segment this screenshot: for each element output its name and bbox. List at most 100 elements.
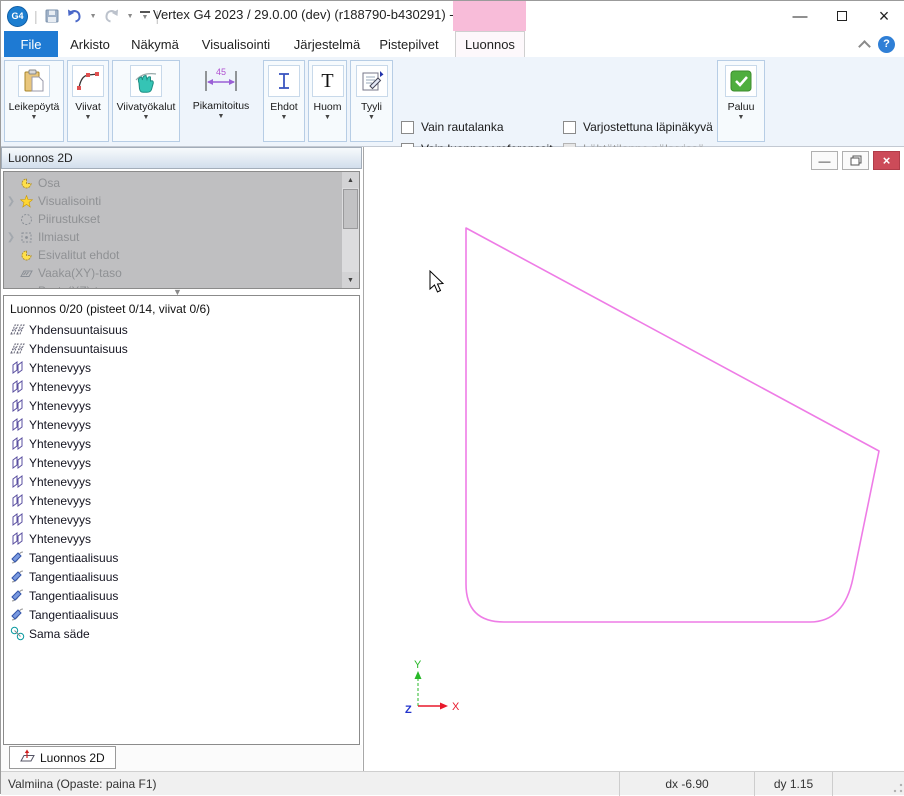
tree-scrollbar[interactable]: ▲ ▼ xyxy=(342,172,359,288)
tree-item-pysty-xz-taso[interactable]: Pysty(XZ)-taso xyxy=(4,282,117,289)
app-logo-icon[interactable]: G4 xyxy=(7,6,28,27)
tab-visualisointi[interactable]: Visualisointi xyxy=(193,31,279,57)
checkbox-varjostettuna-lapinakyva[interactable]: Varjostettuna läpinäkyvä xyxy=(563,120,713,134)
list-item-label: Yhtenevyys xyxy=(29,380,91,394)
congruence-icon xyxy=(9,436,26,451)
save-icon[interactable] xyxy=(44,8,60,24)
customize-quick-access-icon[interactable]: ▼ xyxy=(140,11,150,21)
checkbox-icon[interactable] xyxy=(563,121,576,134)
mdi-minimize-icon[interactable]: — xyxy=(811,151,838,170)
list-item[interactable]: Yhtenevyys xyxy=(4,415,359,434)
chevron-down-icon: ▼ xyxy=(738,114,745,121)
scrollbar-thumb[interactable] xyxy=(343,189,358,229)
list-item-label: Yhtenevyys xyxy=(29,532,91,546)
congruence-icon xyxy=(9,417,26,432)
list-item[interactable]: Tangentiaalisuus xyxy=(4,586,359,605)
list-item[interactable]: Sama säde xyxy=(4,624,359,643)
list-item[interactable]: Yhtenevyys xyxy=(4,491,359,510)
sketch-shape[interactable] xyxy=(466,228,879,622)
expand-chevron-icon[interactable]: ❯ xyxy=(4,232,18,243)
chevron-down-icon: ▼ xyxy=(31,114,38,121)
viivatyokalut-button[interactable]: Viivatyökalut ▼ xyxy=(112,60,180,142)
viivat-button[interactable]: Viivat ▼ xyxy=(67,60,109,142)
huom-button[interactable]: T Huom ▼ xyxy=(308,60,347,142)
list-item[interactable]: Yhtenevyys xyxy=(4,396,359,415)
tree-item-vaaka-xy-taso[interactable]: Vaaka(XY)-taso xyxy=(4,264,122,282)
tree-item-osa[interactable]: Osa xyxy=(4,174,60,192)
tyyli-button[interactable]: Tyyli ▼ xyxy=(350,60,393,142)
list-item[interactable]: Yhdensuuntaisuus xyxy=(4,320,359,339)
tree-item-ilmiasut[interactable]: ❯ Ilmiasut xyxy=(4,228,79,246)
tree-item-label: Visualisointi xyxy=(38,194,101,208)
vertex-g4-window: { "titlebar": { "logo_text": "G4", "app_… xyxy=(0,0,904,794)
undo-icon[interactable] xyxy=(66,8,83,24)
undo-dropdown-icon[interactable]: ▼ xyxy=(90,13,97,20)
chevron-down-icon: ▼ xyxy=(85,114,92,121)
text-note-icon: T xyxy=(312,65,344,97)
checkbox-vain-rautalanka[interactable]: Vain rautalanka xyxy=(401,120,504,134)
window-title: Vertex G4 2023 / 29.0.00 (dev) (r188790-… xyxy=(153,7,488,22)
scroll-down-icon[interactable]: ▼ xyxy=(342,272,359,288)
tree-item-label: Osa xyxy=(38,176,60,190)
list-item-label: Sama säde xyxy=(29,627,90,641)
ehdot-button[interactable]: Ehdot ▼ xyxy=(263,60,305,142)
tab-file[interactable]: File xyxy=(4,31,58,57)
tree-item-label: Pysty(XZ)-taso xyxy=(38,284,117,289)
resize-grip[interactable] xyxy=(893,783,903,793)
model-tree: Osa ❯ Visualisointi Piirustukset ❯ Ilmia… xyxy=(3,171,360,289)
paluu-button[interactable]: Paluu ▼ xyxy=(717,60,765,142)
tree-item-esivalitut-ehdot[interactable]: Esivalitut ehdot xyxy=(4,246,119,264)
checkbox-icon[interactable] xyxy=(401,121,414,134)
tab-pistepilvet[interactable]: Pistepilvet xyxy=(373,31,445,57)
tree-item-visualisointi[interactable]: ❯ Visualisointi xyxy=(4,192,101,210)
tab-arkisto[interactable]: Arkisto xyxy=(61,31,119,57)
list-item[interactable]: Tangentiaalisuus xyxy=(4,567,359,586)
tab-jarjestelma[interactable]: Järjestelmä xyxy=(287,31,367,57)
list-item[interactable]: Yhtenevyys xyxy=(4,358,359,377)
tab-luonnos-2d[interactable]: Luonnos 2D xyxy=(9,746,116,769)
mdi-restore-icon[interactable] xyxy=(842,151,869,170)
sketch-plane-icon xyxy=(20,749,35,766)
scroll-up-icon[interactable]: ▲ xyxy=(342,172,359,188)
list-item[interactable]: Yhtenevyys xyxy=(4,472,359,491)
tab-nakyma[interactable]: Näkymä xyxy=(125,31,185,57)
constraint-list-header: Luonnos 0/20 (pisteet 0/14, viivat 0/6) xyxy=(4,296,359,320)
leikepoyta-button[interactable]: Leikepöytä ▼ xyxy=(4,60,64,142)
tree-item-piirustukset[interactable]: Piirustukset xyxy=(4,210,100,228)
list-item[interactable]: Tangentiaalisuus xyxy=(4,605,359,624)
list-item[interactable]: Yhdensuuntaisuus xyxy=(4,339,359,358)
help-icon[interactable]: ? xyxy=(878,31,895,57)
redo-icon[interactable] xyxy=(103,8,120,24)
button-label: Viivat xyxy=(75,101,101,113)
expand-chevron-icon[interactable]: ❯ xyxy=(4,196,18,207)
constraint-ibeam-icon xyxy=(268,65,300,97)
sun-icon xyxy=(18,195,34,208)
list-item[interactable]: Yhtenevyys xyxy=(4,453,359,472)
minimize-icon[interactable]: — xyxy=(779,1,821,31)
list-item[interactable]: Tangentiaalisuus xyxy=(4,548,359,567)
redo-dropdown-icon[interactable]: ▼ xyxy=(127,13,134,20)
contextual-tab-highlight xyxy=(453,1,526,31)
list-item[interactable]: Yhtenevyys xyxy=(4,510,359,529)
button-label: Paluu xyxy=(728,101,755,113)
list-item[interactable]: Yhtenevyys xyxy=(4,529,359,548)
status-dy: dy 1.15 xyxy=(754,772,832,796)
sketch-viewport[interactable]: Y X Z — × xyxy=(363,147,904,771)
congruence-icon xyxy=(9,398,26,413)
list-item-label: Tangentiaalisuus xyxy=(29,551,118,565)
green-check-icon xyxy=(725,65,757,97)
list-item[interactable]: Yhtenevyys xyxy=(4,434,359,453)
status-bar: Valmiina (Opaste: paina F1) dx -6.90 dy … xyxy=(1,771,904,795)
pikamitoitus-button[interactable]: 45 Pikamitoitus ▼ xyxy=(183,60,259,142)
maximize-icon[interactable] xyxy=(821,1,863,31)
collapse-ribbon-icon[interactable] xyxy=(860,31,869,57)
mdi-close-icon[interactable]: × xyxy=(873,151,900,170)
tab-luonnos[interactable]: Luonnos xyxy=(455,31,525,57)
close-icon[interactable]: × xyxy=(863,1,904,31)
part-icon xyxy=(18,177,34,190)
checkbox-label: Varjostettuna läpinäkyvä xyxy=(583,120,713,134)
line-tools-hand-icon xyxy=(130,65,162,97)
list-item[interactable]: Yhtenevyys xyxy=(4,377,359,396)
congruence-icon xyxy=(9,512,26,527)
tab-label: Luonnos 2D xyxy=(40,751,105,765)
